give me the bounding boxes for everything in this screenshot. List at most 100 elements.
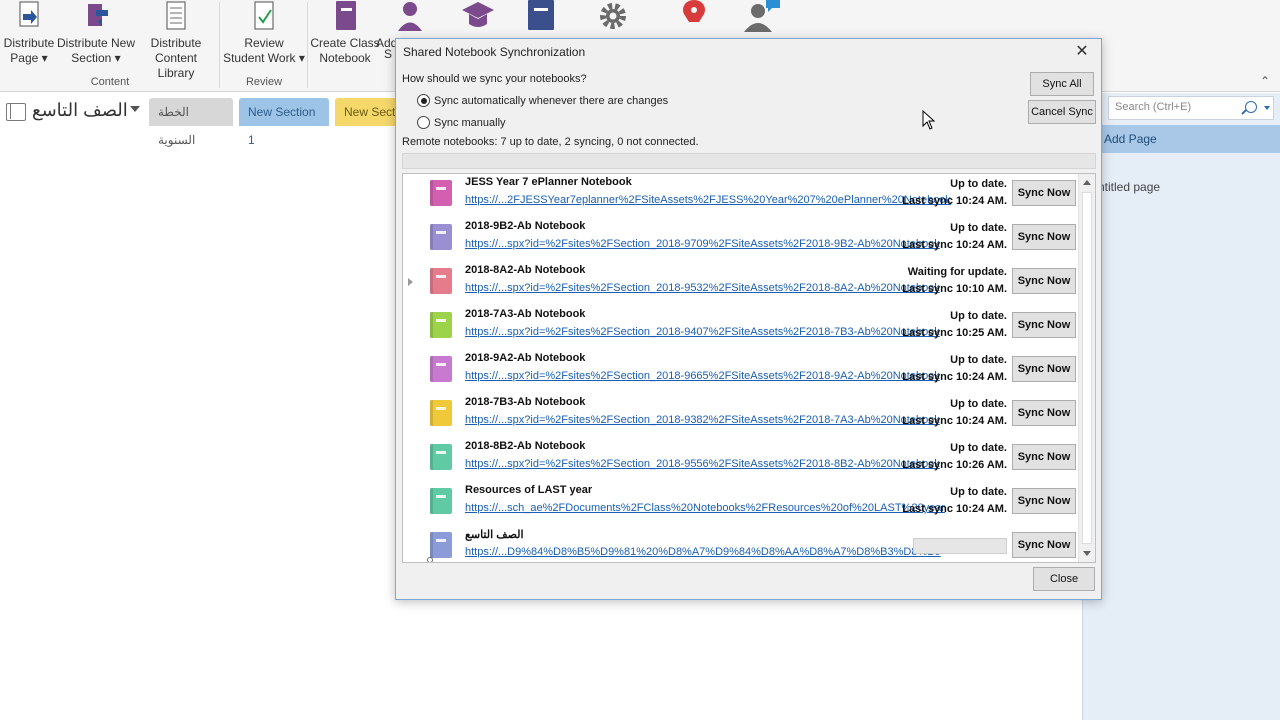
notebook-row: Resources of LAST year https://...sch_ae…	[403, 484, 1079, 528]
scroll-up-arrow-icon[interactable]	[1083, 180, 1091, 185]
sync-auto-label[interactable]: Sync automatically whenever there are ch…	[434, 95, 668, 107]
sync-now-button[interactable]: Sync Now	[1012, 488, 1076, 514]
s-label-partial: S	[382, 47, 394, 62]
sync-question: How should we sync your notebooks?	[402, 73, 587, 85]
notebook-url-link[interactable]: https://...spx?id=%2Fsites%2FSection_201…	[465, 414, 940, 426]
search-input[interactable]: Search (Ctrl+E)	[1108, 96, 1274, 120]
add-page-label: Add Page	[1104, 132, 1157, 146]
review-student-work-icon	[254, 1, 274, 30]
notebook-list: JESS Year 7 ePlanner Notebook https://..…	[402, 173, 1096, 563]
review-student-work-label: Review Student Work ▾	[223, 36, 305, 65]
notebook-url-link[interactable]: https://...spx?id=%2Fsites%2FSection_201…	[465, 370, 940, 382]
sync-now-button[interactable]: Sync Now	[1012, 444, 1076, 470]
close-button[interactable]: Close	[1033, 567, 1095, 591]
notebook-url-link[interactable]: https://...2FJESSYear7eplanner%2FSiteAss…	[465, 194, 951, 206]
sync-now-button[interactable]: Sync Now	[1012, 224, 1076, 250]
sync-now-button[interactable]: Sync Now	[1012, 180, 1076, 206]
notebook-url-link[interactable]: https://...spx?id=%2Fsites%2FSection_201…	[465, 326, 940, 338]
notebook-name[interactable]: الصف التاسع	[32, 100, 128, 121]
notebook-url-link[interactable]: https://...spx?id=%2Fsites%2FSection_201…	[465, 238, 940, 250]
mouse-pointer-icon	[922, 110, 936, 130]
sync-auto-radio[interactable]	[417, 94, 430, 107]
sync-now-button[interactable]: Sync Now	[1012, 268, 1076, 294]
section-tab-new-section-1[interactable]: New Section 1	[239, 98, 329, 147]
add-student-icon	[398, 2, 422, 31]
graduation-cap-icon[interactable]	[460, 0, 496, 32]
page-list-item-untitled[interactable]: ntitled page	[1098, 180, 1160, 194]
notebook-status: Up to date.	[950, 354, 1007, 366]
notebook-list-scrollbar[interactable]	[1078, 174, 1095, 562]
search-icon[interactable]	[1245, 101, 1257, 113]
sync-manual-radio[interactable]	[417, 116, 430, 129]
sync-now-button[interactable]: Sync Now	[1012, 400, 1076, 426]
notebook-icon	[430, 400, 452, 426]
distribute-section-icon	[88, 4, 108, 26]
notebook-last-sync: Last sync 10:10 AM.	[902, 283, 1007, 295]
notebook-row: 2018-8A2-Ab Notebook https://...spx?id=%…	[403, 264, 1079, 308]
sync-status-text: Remote notebooks: 7 up to date, 2 syncin…	[402, 136, 699, 148]
create-class-notebook-label: Create Class Notebook	[310, 36, 380, 65]
notebook-icon	[430, 312, 452, 338]
notebook-icon	[430, 532, 452, 558]
sync-now-button[interactable]: Sync Now	[1012, 312, 1076, 338]
notebook-row: الصف التاسع https://...D9%84%D8%B5%D9%81…	[403, 528, 1079, 562]
notebook-row: 2018-8B2-Ab Notebook https://...spx?id=%…	[403, 440, 1079, 484]
notebook-blue-icon[interactable]	[526, 0, 558, 32]
notebook-name: 2018-9B2-Ab Notebook	[465, 220, 586, 232]
feedback-person-icon[interactable]	[742, 0, 782, 32]
notebook-name: Resources of LAST year	[465, 484, 593, 496]
search-scope-chevron-icon[interactable]	[1264, 106, 1270, 110]
notebook-name: الصف التاسع	[465, 529, 524, 541]
distribute-page-button[interactable]: Distribute Page ▾	[2, 0, 56, 66]
notebook-row: 2018-9B2-Ab Notebook https://...spx?id=%…	[403, 220, 1079, 264]
notebook-icon[interactable]	[6, 103, 26, 121]
notebook-last-sync: Last sync 10:24 AM.	[902, 371, 1007, 383]
group-label-review: Review	[245, 76, 283, 88]
dialog-close-icon[interactable]: ✕	[1072, 42, 1092, 62]
expand-chevron-icon[interactable]	[408, 278, 413, 286]
create-class-notebook-button[interactable]: Create Class Notebook	[310, 0, 380, 66]
notebook-dropdown-chevron-icon[interactable]	[130, 106, 140, 112]
sync-manual-label[interactable]: Sync manually	[434, 117, 506, 129]
collapse-ribbon-chevron-icon[interactable]: ⌃	[1260, 74, 1270, 88]
add-page-button[interactable]: Add Page	[1082, 125, 1280, 153]
notebook-url-link[interactable]: https://...spx?id=%2Fsites%2FSection_201…	[465, 282, 940, 294]
notebook-icon	[430, 444, 452, 470]
notebook-sync-progress-bar	[913, 538, 1007, 554]
distribute-content-library-button[interactable]: Distribute Content Library	[136, 0, 216, 81]
notebook-row: 2018-9A2-Ab Notebook https://...spx?id=%…	[403, 352, 1079, 396]
scrollbar-thumb[interactable]	[1082, 192, 1092, 544]
notebook-url-link[interactable]: https://...sch_ae%2FDocuments%2FClass%20…	[465, 502, 945, 514]
notebook-url-link[interactable]: https://...D9%84%D8%B5%D9%81%20%D8%A7%D9…	[465, 546, 941, 558]
content-library-icon	[166, 1, 186, 30]
scroll-down-arrow-icon[interactable]	[1083, 551, 1091, 556]
group-separator	[307, 2, 308, 88]
distribute-page-label: Distribute Page ▾	[3, 36, 55, 65]
sync-all-button[interactable]: Sync All	[1030, 72, 1094, 96]
notebook-name: 2018-8B2-Ab Notebook	[465, 440, 586, 452]
notebook-row: 2018-7B3-Ab Notebook https://...spx?id=%…	[403, 396, 1079, 440]
notebook-name: 2018-7A3-Ab Notebook	[465, 308, 586, 320]
sync-now-button[interactable]: Sync Now	[1012, 356, 1076, 382]
class-notebook-icon	[336, 1, 356, 30]
sync-now-button[interactable]: Sync Now	[1012, 532, 1076, 558]
notebook-name: 2018-8A2-Ab Notebook	[465, 264, 586, 276]
review-student-work-button[interactable]: Review Student Work ▾	[222, 0, 306, 66]
dialog-title: Shared Notebook Synchronization	[403, 45, 586, 59]
notebook-last-sync: Last sync 10:24 AM.	[902, 195, 1007, 207]
notebook-last-sync: Last sync 10:24 AM.	[902, 415, 1007, 427]
notebook-name: 2018-9A2-Ab Notebook	[465, 352, 586, 364]
notebook-status: Up to date.	[950, 442, 1007, 454]
search-placeholder: Search (Ctrl+E)	[1115, 101, 1192, 113]
sync-overlay-icon	[427, 557, 433, 562]
idea-bulb-icon[interactable]	[678, 0, 710, 32]
distribute-new-section-label: Distribute New Section ▾	[56, 36, 136, 65]
cancel-sync-button[interactable]: Cancel Sync	[1028, 100, 1096, 124]
notebook-icon	[430, 180, 452, 206]
notebook-name: 2018-7B3-Ab Notebook	[465, 396, 586, 408]
distribute-page-icon	[19, 1, 39, 27]
settings-gear-icon[interactable]	[596, 0, 630, 32]
section-tab-annual-plan[interactable]: الخطة السنوية	[149, 98, 233, 147]
distribute-new-section-button[interactable]: Distribute New Section ▾	[56, 0, 136, 66]
notebook-url-link[interactable]: https://...spx?id=%2Fsites%2FSection_201…	[465, 458, 940, 470]
